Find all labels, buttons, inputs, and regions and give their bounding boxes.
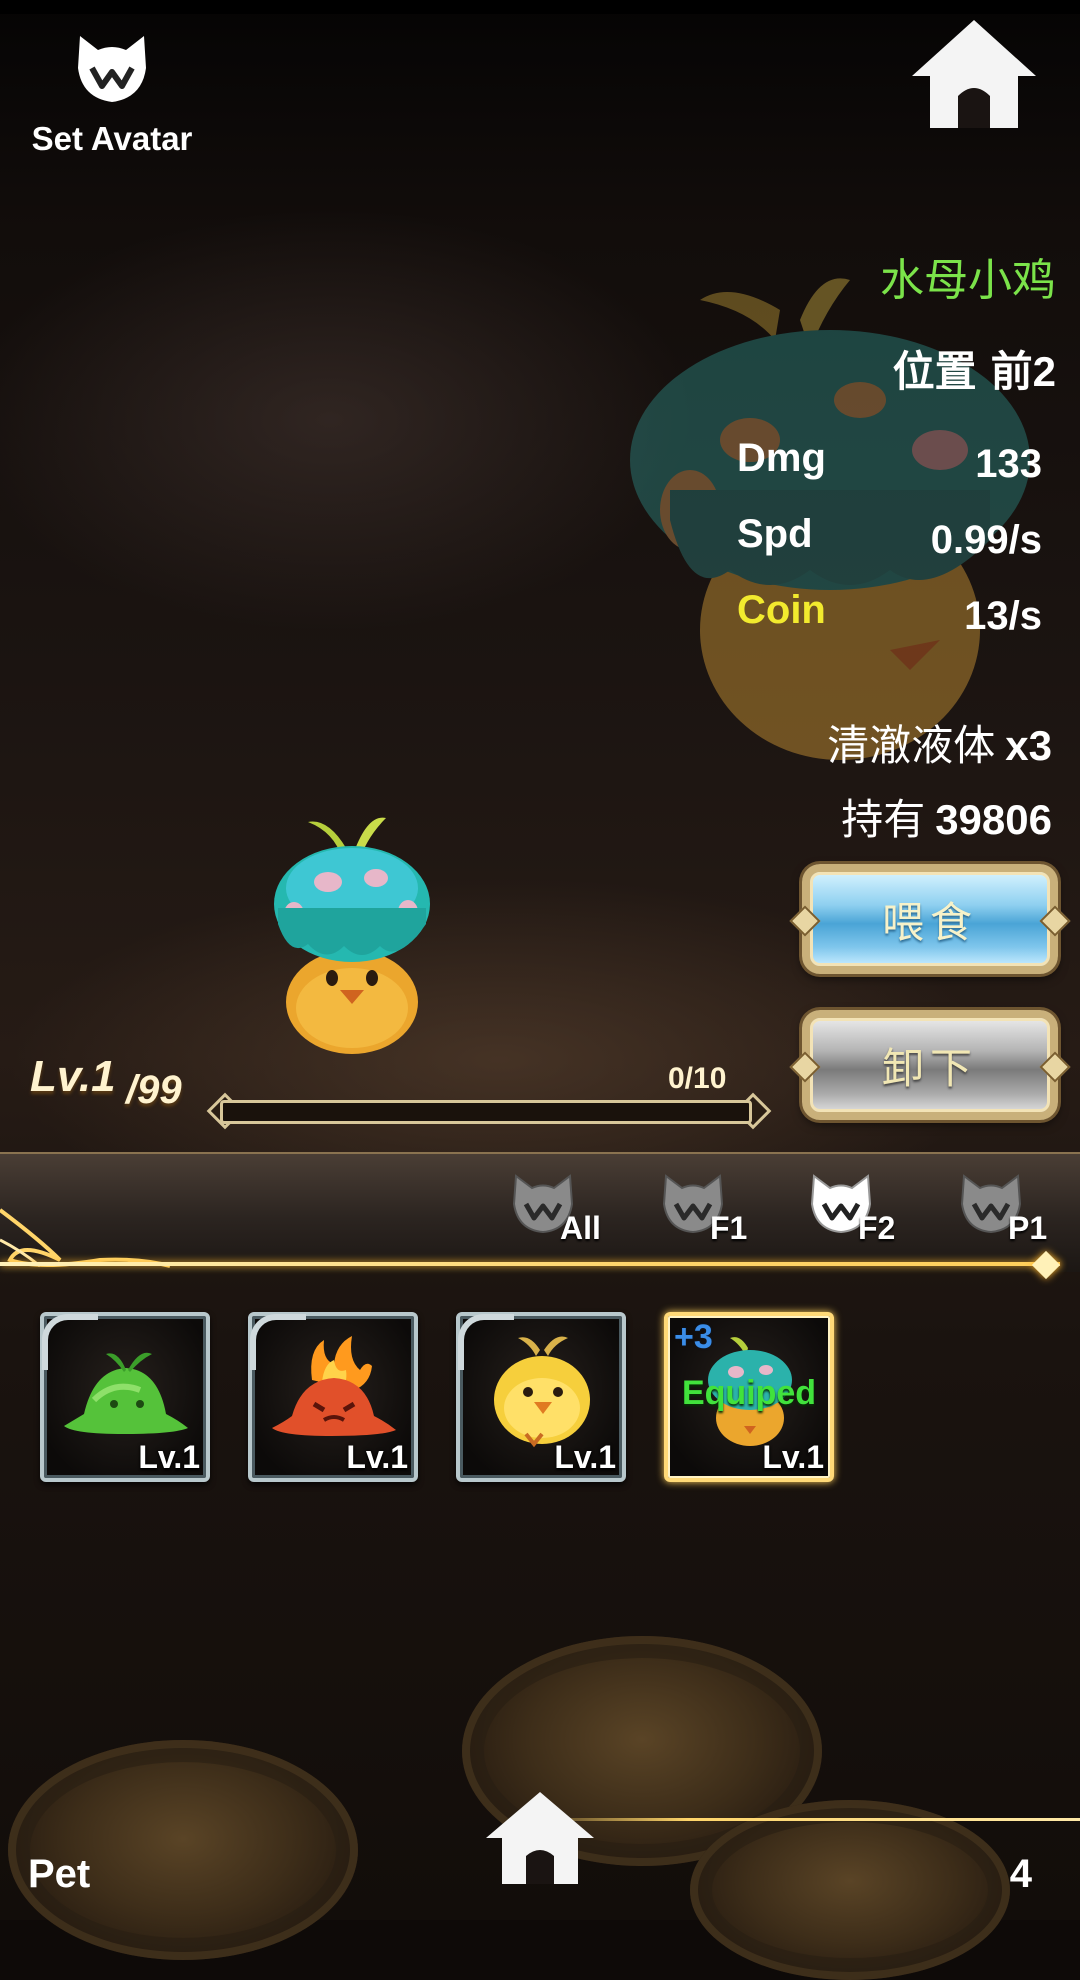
home-icon[interactable] [484, 1790, 596, 1886]
stat-coin-label: Coin [737, 588, 826, 632]
bottom-divider [520, 1818, 1080, 1821]
slot-level: Lv.1 [346, 1439, 408, 1475]
cat-mask-icon [78, 36, 146, 102]
tab-f2-label: F2 [858, 1210, 896, 1246]
tree-stump [690, 1800, 1010, 1980]
stat-spd-value: 0.99/s [930, 518, 1042, 562]
yellow-chick-image [494, 1336, 590, 1448]
food-quantity: x3 [1005, 722, 1052, 769]
stat-coin-value: 13/s [964, 594, 1042, 638]
hold-label: 持有 [841, 796, 926, 843]
hold-row: 持有 39806 [841, 786, 1052, 847]
fire-slime-image [272, 1336, 396, 1436]
food-name: 清澈液体 [827, 722, 996, 769]
slot-level: Lv.1 [554, 1439, 616, 1475]
stat-spd-label: Spd [737, 512, 813, 556]
pet-slot-jellyfish-chick[interactable]: +3 Equiped Lv.1 [664, 1312, 834, 1482]
section-label: Pet [28, 1852, 91, 1896]
status-bar [0, 0, 1080, 14]
tab-f1[interactable]: F1 [660, 1170, 780, 1250]
ornament-swirl [0, 1208, 171, 1268]
tab-all-label: All [560, 1210, 601, 1246]
tab-p1[interactable]: P1 [958, 1170, 1078, 1250]
unequip-button[interactable]: 卸下 [802, 1010, 1058, 1120]
stat-dmg-value: 133 [975, 442, 1042, 486]
position-label: 位置 [892, 348, 977, 395]
level-current: Lv.1 [30, 1052, 116, 1101]
tab-f2[interactable]: F2 [808, 1170, 928, 1250]
pet-slot-fire-slime[interactable]: Lv.1 [248, 1312, 418, 1482]
tree-stump [8, 1740, 358, 1960]
tab-p1-label: P1 [1008, 1210, 1048, 1246]
pet-slot-green-slime[interactable]: Lv.1 [40, 1312, 210, 1482]
filter-divider [0, 1262, 1060, 1266]
home-icon[interactable] [908, 16, 1040, 132]
level-max: /99 [126, 1068, 182, 1112]
tab-f1-label: F1 [710, 1210, 748, 1246]
green-slime-image [64, 1352, 188, 1434]
equipped-badge: Equiped [681, 1374, 817, 1412]
slot-level: Lv.1 [762, 1439, 824, 1475]
set-avatar-button[interactable]: Set Avatar [24, 28, 200, 158]
hold-value: 39806 [935, 796, 1052, 843]
exp-progress-bar [220, 1100, 752, 1124]
enhance-level-badge: +3 [674, 1318, 713, 1356]
pet-name: 水母小鸡 [880, 256, 1056, 305]
food-item-row: 清澈液体 x3 [827, 712, 1052, 773]
position-row: 位置 前2 [879, 338, 1056, 399]
pet-slot-yellow-chick[interactable]: Lv.1 [456, 1312, 626, 1482]
slot-level: Lv.1 [138, 1439, 200, 1475]
set-avatar-label: Set Avatar [31, 120, 193, 157]
pet-sprite [274, 817, 430, 1054]
stat-dmg-label: Dmg [737, 436, 826, 480]
pet-count: 4 [1009, 1852, 1032, 1896]
feed-button[interactable]: 喂食 [802, 864, 1058, 974]
position-value: 前2 [990, 348, 1056, 395]
exp-text: 0/10 [668, 1062, 727, 1095]
tab-all[interactable]: All [510, 1170, 630, 1250]
